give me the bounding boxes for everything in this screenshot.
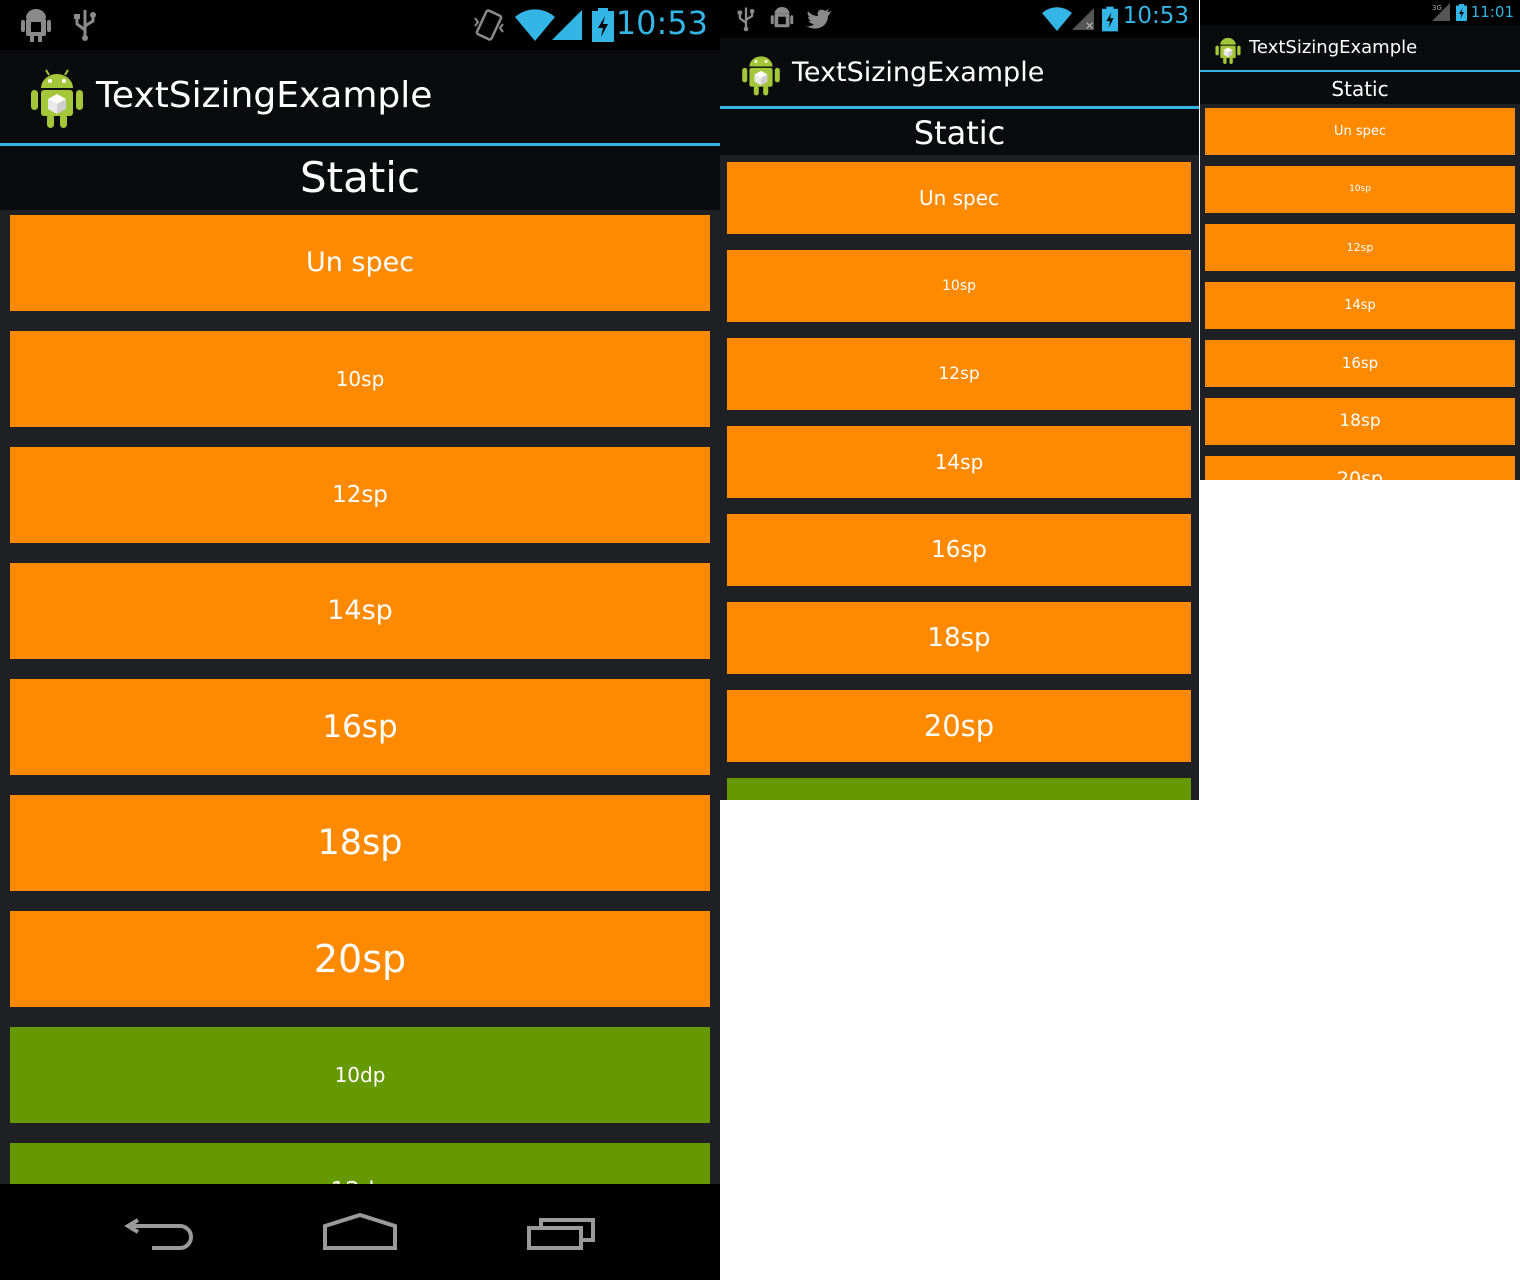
text-button-16sp[interactable]: 16sp — [10, 679, 710, 775]
text-button-18sp[interactable]: 18sp — [727, 602, 1191, 674]
3g-signal-icon: 3G — [1432, 3, 1450, 25]
text-button-10dp[interactable]: 10dp — [10, 1027, 710, 1123]
content-area: Static Un spec 10sp 12sp 14sp 16sp 18sp … — [1200, 72, 1520, 480]
android-debug-icon — [20, 8, 52, 46]
action-bar: TextSizingExample — [0, 50, 720, 146]
battery-charging-icon — [592, 8, 614, 46]
text-button-20sp[interactable]: 20sp — [10, 911, 710, 1007]
phone-screen-small: 3G 11:01 TextSizingExample Static Un spe… — [1200, 0, 1520, 480]
action-bar: TextSizingExample — [720, 38, 1199, 109]
navigation-bar — [0, 1184, 720, 1280]
text-button-10dp[interactable] — [727, 778, 1191, 800]
usb-icon — [72, 8, 98, 46]
text-button-unspec[interactable]: Un spec — [1205, 108, 1515, 155]
signal-icon — [552, 10, 582, 44]
content-area: Static Un spec 10sp 12sp 14sp 16sp 18sp … — [720, 109, 1199, 800]
app-title: TextSizingExample — [96, 75, 433, 116]
text-button-12sp[interactable]: 12sp — [727, 338, 1191, 410]
app-icon[interactable] — [740, 49, 782, 97]
no-signal-icon — [1072, 8, 1094, 34]
section-header: Static — [720, 109, 1199, 155]
app-icon[interactable] — [28, 64, 86, 130]
text-button-16sp[interactable]: 16sp — [1205, 340, 1515, 387]
section-header: Static — [1200, 72, 1520, 104]
text-button-16sp[interactable]: 16sp — [727, 514, 1191, 586]
app-title: TextSizingExample — [792, 57, 1045, 88]
text-button-12sp[interactable]: 12sp — [10, 447, 710, 543]
usb-icon — [736, 6, 756, 36]
recent-apps-icon[interactable] — [526, 1212, 598, 1256]
text-button-18sp[interactable]: 18sp — [10, 795, 710, 891]
back-icon[interactable] — [124, 1212, 196, 1256]
phone-screen-large: 10:53 TextSizingExample Static Un spec 1… — [0, 0, 720, 1280]
status-clock: 10:53 — [615, 4, 708, 42]
app-title: TextSizingExample — [1249, 37, 1418, 58]
text-button-10sp[interactable]: 10sp — [1205, 166, 1515, 213]
text-button-14sp[interactable]: 14sp — [727, 426, 1191, 498]
text-button-20sp[interactable]: 20sp — [727, 690, 1191, 762]
text-button-10sp[interactable]: 10sp — [10, 331, 710, 427]
app-icon[interactable] — [1214, 33, 1242, 65]
home-icon[interactable] — [322, 1212, 398, 1256]
phone-screen-medium: 10:53 TextSizingExample Static Un spec 1… — [720, 0, 1199, 800]
battery-charging-icon — [1456, 4, 1467, 25]
svg-text:3G: 3G — [1432, 4, 1442, 12]
wifi-icon — [1042, 7, 1072, 35]
action-bar: TextSizingExample — [1200, 25, 1520, 72]
text-button-18sp[interactable]: 18sp — [1205, 398, 1515, 445]
android-debug-icon — [770, 6, 794, 36]
content-area: Static Un spec 10sp 12sp 14sp 16sp 18sp … — [0, 146, 720, 1239]
status-bar: 3G 11:01 — [1200, 0, 1520, 25]
text-button-14sp[interactable]: 14sp — [1205, 282, 1515, 329]
battery-charging-icon — [1102, 6, 1118, 36]
text-button-10sp[interactable]: 10sp — [727, 250, 1191, 322]
status-bar: 10:53 — [0, 0, 720, 50]
twitter-icon — [806, 8, 832, 34]
text-button-14sp[interactable]: 14sp — [10, 563, 710, 659]
status-clock: 10:53 — [1122, 3, 1189, 29]
text-button-unspec[interactable]: Un spec — [727, 162, 1191, 234]
text-button-unspec[interactable]: Un spec — [10, 215, 710, 311]
status-bar: 10:53 — [720, 0, 1199, 38]
text-button-20sp[interactable]: 20sp — [1205, 456, 1515, 480]
text-button-12sp[interactable]: 12sp — [1205, 224, 1515, 271]
vibrate-icon — [472, 8, 506, 46]
wifi-icon — [515, 9, 555, 45]
section-header: Static — [0, 146, 720, 210]
status-clock: 11:01 — [1470, 3, 1514, 21]
